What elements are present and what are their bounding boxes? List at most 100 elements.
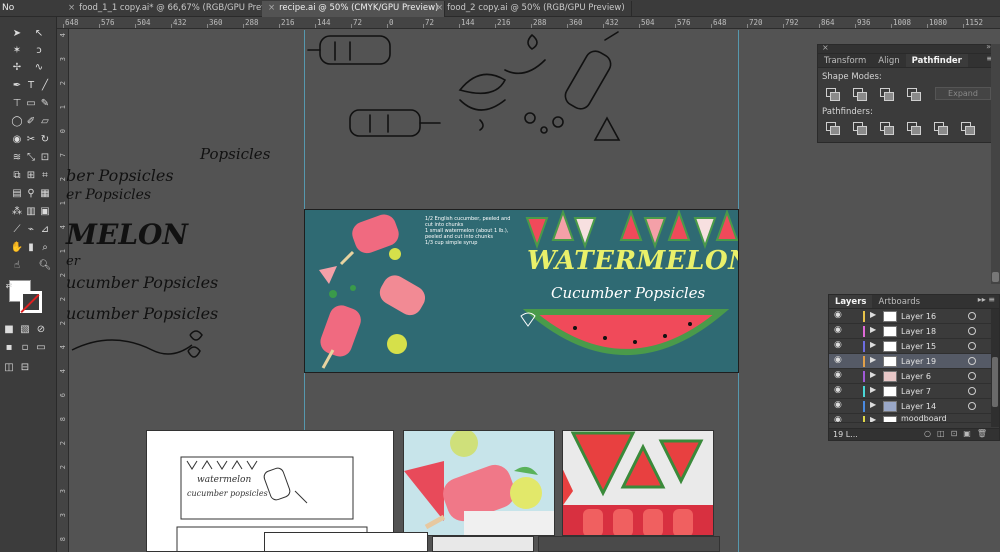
draw-behind-icon[interactable]: ▫ [18,341,32,355]
draw-inside-icon[interactable]: ◫ [2,361,16,375]
perspective-grid-tool-icon[interactable]: ⊞ [24,169,38,183]
visibility-eye-icon[interactable]: ◉ [834,355,842,365]
unite-icon[interactable] [826,88,840,101]
slice-tool-icon[interactable]: ⟋ [10,223,24,237]
photo-thumbnail-popsicles[interactable] [403,430,555,536]
target-circle-icon[interactable] [968,342,976,350]
layer-name[interactable]: Layer 7 [901,387,931,396]
hand-tool-icon[interactable]: ✋ [10,241,24,255]
photo-thumbnail-4[interactable] [538,536,720,552]
layer-row[interactable]: ◉ ▶ Layer 6 [829,369,999,384]
locate-object-icon[interactable]: ○ [924,429,937,438]
expand-triangle-icon[interactable]: ▶ [870,415,876,422]
layer-name[interactable]: Layer 16 [901,312,936,321]
trim-icon[interactable] [853,122,867,135]
visibility-eye-icon[interactable]: ◉ [834,340,842,350]
expand-triangle-icon[interactable]: ▶ [870,355,876,364]
warp-tool-icon[interactable]: ≋ [10,151,24,165]
new-sublayer-icon[interactable]: ⊡ [951,429,964,438]
visibility-eye-icon[interactable]: ◉ [834,370,842,380]
expand-triangle-icon[interactable]: ▶ [870,385,876,394]
close-icon[interactable]: × [822,43,829,52]
lasso-tool-icon[interactable]: ↄ [32,44,46,58]
tab-food-2-copy[interactable]: × food_2 copy.ai @ 50% (RGB/GPU Preview) [430,1,632,17]
expand-triangle-icon[interactable]: ▶ [870,340,876,349]
blob-brush-tool-icon[interactable]: ◉ [10,133,24,147]
layer-row[interactable]: ◉ ▶ Layer 18 [829,324,999,339]
layer-row[interactable]: ◉ ▶ Layer 7 [829,384,999,399]
visibility-eye-icon[interactable]: ◉ [834,325,842,335]
blend-tool-icon[interactable]: ▦ [38,187,52,201]
gradient-mode-icon[interactable]: ▧ [18,323,32,337]
intersect-icon[interactable] [880,88,894,101]
shape-builder-tool-icon[interactable]: ⧉ [10,169,24,183]
mesh-tool-icon[interactable]: ⌗ [38,169,52,183]
hand-tool-icon[interactable]: ☝ [10,259,24,273]
tab-recipe[interactable]: × recipe.ai @ 50% (CMYK/GPU Preview) [262,1,446,17]
measure-tool-icon[interactable]: ⊿ [38,223,52,237]
scale-tool-icon[interactable]: ⤡ [24,151,38,165]
divide-icon[interactable] [826,122,840,135]
visibility-eye-icon[interactable]: ◉ [834,310,842,320]
swap-colors-icon[interactable]: ⇄ [2,279,16,293]
layer-name[interactable]: moodboard [901,414,947,422]
layer-name[interactable]: Layer 19 [901,357,936,366]
horizontal-ruler[interactable]: 648 576 504 432 360 288 216 144 72 0 72 144 216 288 36… [57,17,1000,29]
symbol-sprayer-tool-icon[interactable]: ⁂ [10,205,24,219]
stroke-swatch[interactable] [20,291,42,313]
pen-tool-icon[interactable]: ✒ [10,79,24,93]
exclude-icon[interactable] [907,88,921,101]
zoom-tool-icon[interactable]: ⌕ [38,241,52,255]
line-tool-icon[interactable]: ╱ [38,79,52,93]
chart-tool-icon[interactable]: ▮ [24,241,38,255]
paintbrush-tool-icon[interactable]: ✎ [38,97,52,111]
rotate-tool-icon[interactable]: ↻ [38,133,52,147]
sketch-thumbnail-2[interactable] [264,532,428,552]
layer-name[interactable]: Layer 18 [901,327,936,336]
layers-scrollbar[interactable] [991,309,999,427]
layer-name[interactable]: Layer 14 [901,402,936,411]
anchor-tool-icon[interactable]: ✢ [10,61,24,75]
zoom-tool-icon[interactable]: 🔍︎ [38,259,52,273]
layer-row[interactable]: ◉ ▶ Layer 15 [829,339,999,354]
canvas-scrollbar[interactable] [991,44,1000,284]
photo-thumbnail-watermelon[interactable] [562,430,714,536]
screen-mode-icon[interactable]: ▭ [34,341,48,355]
close-icon[interactable]: × [436,3,443,13]
curvature-tool-icon[interactable]: ∿ [32,61,46,75]
new-layer-icon[interactable]: ▣ [963,429,977,438]
target-circle-icon[interactable] [968,372,976,380]
tab-artboards[interactable]: Artboards [872,295,926,308]
crop-icon[interactable] [907,122,921,135]
type-tool-icon[interactable]: T [24,79,38,93]
merge-icon[interactable] [880,122,894,135]
layer-row[interactable]: ◉ ▶ Layer 16 [829,309,999,324]
visibility-eye-icon[interactable]: ◉ [834,415,842,422]
close-icon[interactable]: × [268,3,275,13]
expand-triangle-icon[interactable]: ▶ [870,325,876,334]
layer-name[interactable]: Layer 15 [901,342,936,351]
clipping-mask-icon[interactable]: ◫ [937,429,951,438]
pencil-tool-icon[interactable]: ✐ [24,115,38,129]
outline-icon[interactable] [934,122,948,135]
color-mode-icon[interactable]: ■ [2,323,16,337]
layer-row[interactable]: ◉ ▶ moodboard [829,414,999,423]
free-transform-tool-icon[interactable]: ⊡ [38,151,52,165]
column-graph-tool-icon[interactable]: ▥ [24,205,38,219]
minus-back-icon[interactable] [961,122,975,135]
direct-selection-tool-icon[interactable]: ↖ [32,27,46,41]
layer-row[interactable]: ◉ ▶ Layer 19 [829,354,999,369]
selection-tool-icon[interactable]: ➤ [10,27,24,41]
scissors-tool-icon[interactable]: ✂ [24,133,38,147]
target-circle-icon[interactable] [968,327,976,335]
layer-name[interactable]: Layer 6 [901,372,931,381]
artboard-tool-icon[interactable]: ▣ [38,205,52,219]
photo-thumbnail-3[interactable] [432,536,534,552]
eraser-tool-icon[interactable]: ▱ [38,115,52,129]
artboard-recipe[interactable]: 1/2 English cucumber, peeled and cut int… [304,209,739,373]
none-mode-icon[interactable]: ⊘ [34,323,48,337]
draw-normal-icon[interactable]: ▪ [2,341,16,355]
visibility-eye-icon[interactable]: ◉ [834,400,842,410]
panel-header[interactable]: × » [818,42,997,54]
tab-food-1-copy[interactable]: × food_1_1 copy.ai* @ 66,67% (RGB/GPU Pre… [62,1,292,17]
